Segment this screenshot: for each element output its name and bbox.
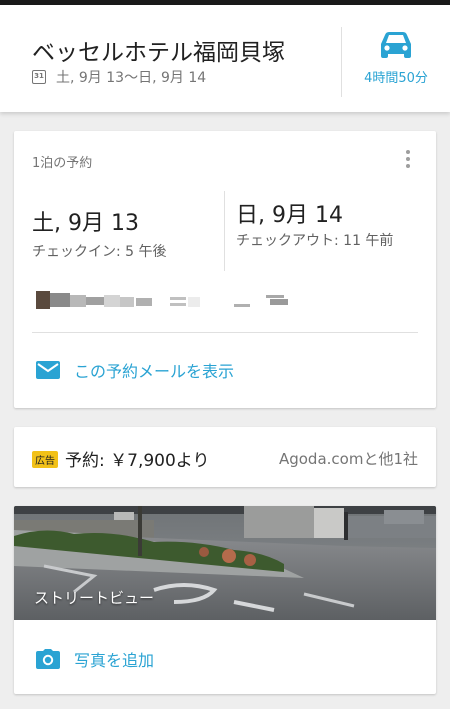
- add-photo-label: 写真を追加: [74, 651, 155, 670]
- checkin-date: 土, 9月 13: [32, 211, 139, 236]
- place-header: ベッセルホテル福岡貝塚 31 土, 9月 13〜日, 9月 14 4時間50分: [0, 5, 450, 112]
- view-email-link[interactable]: この予約メールを表示: [36, 358, 234, 382]
- calendar-icon: 31: [32, 70, 46, 84]
- photo-card: ストリートビュー 写真を追加: [14, 506, 436, 694]
- reservation-card: 1泊の予約 土, 9月 13 チェックイン: 5 午後 日, 9月 14 チェッ…: [14, 131, 436, 408]
- checkout-date: 日, 9月 14: [236, 203, 343, 228]
- add-photo-button[interactable]: 写真を追加: [36, 647, 154, 671]
- checkin-time: チェックイン: 5 午後: [32, 244, 167, 260]
- checkout-time: チェックアウト: 11 午前: [236, 233, 394, 249]
- street-view-image[interactable]: ストリートビュー: [14, 506, 436, 620]
- price-text: 予約: ￥7,900より: [65, 451, 210, 471]
- view-email-label: この予約メールを表示: [74, 362, 235, 381]
- ad-badge: 広告: [32, 451, 58, 468]
- street-view-label: ストリートビュー: [34, 589, 155, 607]
- drive-time: 4時間50分: [364, 71, 428, 86]
- camera-icon: [36, 649, 60, 669]
- more-options-icon[interactable]: [406, 150, 412, 170]
- stay-dates-text: 土, 9月 13〜日, 9月 14: [56, 70, 207, 86]
- directions-button[interactable]: 4時間50分: [342, 27, 450, 97]
- column-divider: [224, 191, 225, 271]
- redacted-text: [24, 289, 304, 311]
- card-divider: [32, 332, 418, 333]
- hotel-name: ベッセルホテル福岡貝塚: [32, 40, 285, 66]
- stay-dates: 31 土, 9月 13〜日, 9月 14: [32, 67, 206, 87]
- price-card[interactable]: 広告 予約: ￥7,900より Agoda.comと他1社: [14, 427, 436, 487]
- provider-text: Agoda.comと他1社: [278, 450, 418, 468]
- email-icon: [36, 361, 60, 379]
- car-icon: [381, 32, 411, 58]
- reservation-label: 1泊の予約: [32, 156, 93, 171]
